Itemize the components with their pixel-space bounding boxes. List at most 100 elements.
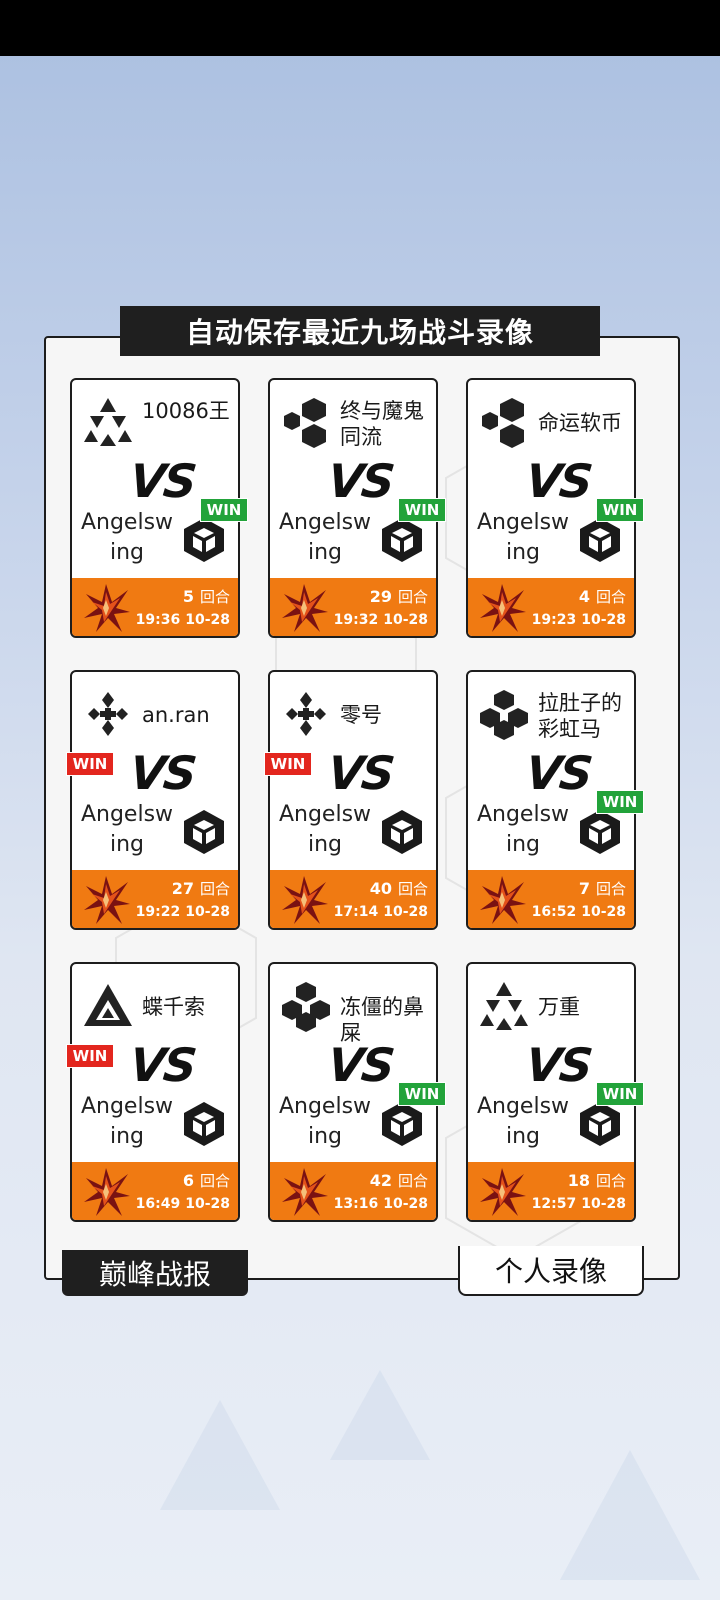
match-card[interactable]: 终与魔鬼同流 VS Angelswing WIN 29 回合 19:32 10-28: [268, 378, 446, 638]
rounds-count: 27: [171, 879, 194, 898]
match-date: 10-28: [185, 612, 230, 628]
vs-label: VS: [325, 746, 396, 800]
match-card[interactable]: 拉肚子的彩虹马 VS Angelswing WIN 7 回合 16:52 10-28: [466, 670, 644, 930]
rounds-count: 29: [369, 587, 392, 606]
card-top: 蝶千索 VS Angelswing WIN: [66, 964, 238, 1164]
rounds-count: 7: [578, 879, 590, 898]
hero-portrait-icon: [478, 582, 528, 634]
match-card[interactable]: 蝶千索 VS Angelswing WIN 6 回合 16:49 10-28: [66, 962, 240, 1222]
opponent-name: 蝶千索: [142, 995, 205, 1019]
match-timestamp: 16:49 10-28: [136, 1196, 230, 1212]
hexagon-flower-icon: [476, 686, 532, 742]
vs-label: VS: [325, 454, 396, 508]
rounds-unit: 回合: [397, 880, 428, 898]
card-footer: 4 回合 19:23 10-28: [468, 578, 634, 636]
win-badge: WIN: [596, 1082, 644, 1106]
match-card[interactable]: 10086王 VS Angelswing WIN 5 回合 19:36 10-28: [70, 378, 248, 638]
status-bar: [0, 0, 720, 56]
match-date: 10-28: [581, 1196, 626, 1212]
opponent-name: 终与魔鬼同流: [340, 399, 424, 449]
card-top: an.ran VS Angelswing WIN: [66, 672, 238, 872]
triangle-emblem-icon: [80, 978, 136, 1034]
rounds-unit: 回合: [595, 880, 626, 898]
card-footer: 5 回合 19:36 10-28: [72, 578, 238, 636]
match-date: 10-28: [581, 904, 626, 920]
rounds-unit: 回合: [595, 1172, 626, 1190]
player-name: Angelswing: [80, 1094, 174, 1149]
page-title: 自动保存最近九场战斗录像: [120, 306, 600, 356]
opponent-name: 命运软币: [538, 411, 622, 435]
vs-label: VS: [325, 1038, 396, 1092]
rounds-unit: 回合: [199, 588, 230, 606]
hero-portrait-icon: [280, 582, 330, 634]
opponent-name: 拉肚子的彩虹马: [538, 691, 622, 741]
player-name: Angelswing: [278, 510, 372, 565]
match-date: 10-28: [383, 904, 428, 920]
player-name: Angelswing: [476, 510, 570, 565]
opponent-name: 10086王: [142, 399, 230, 423]
rounds-info: 42 回合: [370, 1170, 428, 1191]
card-footer: 6 回合 16:49 10-28: [72, 1162, 238, 1220]
match-card[interactable]: 命运软币 VS Angelswing WIN 4 回合 19:23 10-28: [466, 378, 644, 638]
tab-personal-recordings[interactable]: 个人录像: [458, 1246, 644, 1296]
match-date: 10-28: [383, 612, 428, 628]
win-badge: WIN: [398, 498, 446, 522]
match-card[interactable]: 冻僵的鼻屎 VS Angelswing WIN 42 回合 13:16 10-28: [268, 962, 446, 1222]
win-badge: WIN: [200, 498, 248, 522]
match-timestamp: 19:36 10-28: [136, 612, 230, 628]
rounds-unit: 回合: [199, 1172, 230, 1190]
match-timestamp: 19:23 10-28: [532, 612, 626, 628]
match-time: 19:22: [135, 904, 181, 920]
hero-portrait-icon: [280, 874, 330, 926]
match-card[interactable]: 万重 VS Angelswing WIN 18 回合 12:57 10-28: [466, 962, 644, 1222]
win-badge: WIN: [596, 498, 644, 522]
win-badge: WIN: [66, 752, 114, 776]
hero-portrait-icon: [82, 874, 132, 926]
card-footer: 27 回合 19:22 10-28: [72, 870, 238, 928]
rounds-count: 5: [182, 587, 194, 606]
card-footer: 29 回合 19:32 10-28: [270, 578, 436, 636]
player-name: Angelswing: [80, 510, 174, 565]
opponent-name: an.ran: [142, 703, 210, 727]
player-name: Angelswing: [80, 802, 174, 857]
cube-icon: [576, 808, 624, 856]
match-date: 10-28: [581, 612, 626, 628]
rounds-info: 29 回合: [370, 586, 428, 607]
background-triangle: [160, 1400, 280, 1510]
cube-icon: [576, 1100, 624, 1148]
rounds-info: 18 回合: [568, 1170, 626, 1191]
rounds-count: 6: [182, 1171, 194, 1190]
vs-label: VS: [523, 746, 594, 800]
player-name: Angelswing: [278, 802, 372, 857]
rounds-count: 4: [578, 587, 590, 606]
win-badge: WIN: [398, 1082, 446, 1106]
match-time: 17:14: [333, 904, 379, 920]
rounds-count: 18: [567, 1171, 590, 1190]
match-timestamp: 19:22 10-28: [136, 904, 230, 920]
match-card[interactable]: 零号 VS Angelswing WIN 40 回合 17:14 10-28: [264, 670, 438, 930]
cube-icon: [180, 1100, 228, 1148]
rounds-unit: 回合: [199, 880, 230, 898]
hexagon-flower-icon: [278, 978, 334, 1034]
cube-icon: [378, 516, 426, 564]
triangle-cluster-icon: [476, 978, 532, 1034]
hexagon-cluster-icon: [278, 394, 334, 450]
rounds-info: 40 回合: [370, 878, 428, 899]
card-top: 命运软币 VS Angelswing WIN: [468, 380, 644, 580]
player-name: Angelswing: [476, 802, 570, 857]
tab-peak-report[interactable]: 巅峰战报: [62, 1250, 248, 1296]
cube-icon: [180, 808, 228, 856]
match-time: 16:49: [135, 1196, 181, 1212]
rounds-unit: 回合: [397, 588, 428, 606]
match-timestamp: 16:52 10-28: [532, 904, 626, 920]
rounds-info: 5 回合: [183, 586, 230, 607]
match-timestamp: 17:14 10-28: [334, 904, 428, 920]
match-timestamp: 19:32 10-28: [334, 612, 428, 628]
card-top: 万重 VS Angelswing WIN: [468, 964, 644, 1164]
vs-label: VS: [127, 454, 198, 508]
match-card[interactable]: an.ran VS Angelswing WIN 27 回合 19:22 10-28: [66, 670, 240, 930]
win-badge: WIN: [66, 1044, 114, 1068]
background-triangle: [560, 1450, 700, 1580]
rounds-info: 6 回合: [183, 1170, 230, 1191]
rounds-info: 27 回合: [172, 878, 230, 899]
